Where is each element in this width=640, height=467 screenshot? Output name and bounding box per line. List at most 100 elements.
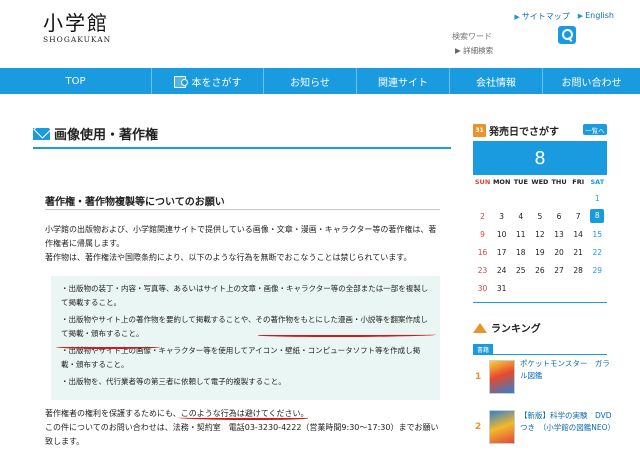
ranking-badge[interactable]: 書籍 xyxy=(473,344,493,354)
calendar-day-number: 6 xyxy=(556,211,562,221)
calendar-day-number: 15 xyxy=(592,229,603,239)
red-underline-annotation xyxy=(56,345,160,349)
ranking-divider xyxy=(473,354,607,355)
english-link[interactable]: ▶ English xyxy=(578,11,614,22)
ranking-heading: ランキング xyxy=(473,320,541,335)
calendar-day[interactable]: 4 xyxy=(511,212,530,221)
calendar-week: 23 24 25 26 27 28 29 xyxy=(473,261,607,279)
section-divider xyxy=(45,209,440,210)
list-button[interactable]: 一覧へ xyxy=(583,124,607,135)
logo[interactable]: 小学館 SHOGAKUKAN xyxy=(43,12,111,44)
nav-label: 本をさがす xyxy=(191,77,242,89)
calendar-day[interactable]: 19 xyxy=(530,248,549,257)
calendar-day[interactable]: 23 xyxy=(473,266,492,275)
calendar-day-number: 2 xyxy=(480,211,485,221)
list-item: ・出版物やサイト上の著作物を要約して掲載することや、その著作物をもとにした漫画・… xyxy=(61,315,428,338)
book-cover-image[interactable] xyxy=(489,410,515,444)
book-search-icon xyxy=(173,75,188,88)
calendar-day[interactable]: 29 xyxy=(588,266,607,275)
calendar-day[interactable]: 6 xyxy=(550,212,569,221)
calendar-day[interactable]: 30 xyxy=(473,284,492,293)
advanced-search-link[interactable]: ▶ 詳細検索 xyxy=(455,45,493,56)
calendar-day-number: 11 xyxy=(516,229,526,239)
weekday-label: SAT xyxy=(590,178,605,186)
search-button[interactable] xyxy=(558,26,576,44)
calendar-day[interactable]: 18 xyxy=(511,248,530,257)
calendar-day[interactable]: 14 xyxy=(569,230,588,239)
calendar-day[interactable]: 12 xyxy=(530,230,549,239)
utility-links: ▶ サイトマップ ▶ English xyxy=(514,11,614,22)
search-input[interactable] xyxy=(452,29,551,43)
calendar-day[interactable]: 10 xyxy=(492,230,511,239)
logo-main: 小学館 xyxy=(43,11,109,35)
ranking-item-title[interactable]: ポケットモンスター ガラル図鑑 xyxy=(520,358,612,382)
calendar-day-number: 19 xyxy=(535,247,545,257)
calendar-day[interactable]: 11 xyxy=(511,230,530,239)
nav-item-book-search[interactable]: 本をさがす xyxy=(152,68,264,94)
calendar-day-number: 13 xyxy=(554,229,564,239)
calendar-week: 1 xyxy=(473,189,607,207)
calendar-weekdays: SUN MON TUE WED THU FRI SAT xyxy=(473,175,607,189)
title-divider xyxy=(33,147,451,149)
weekday-label: MON xyxy=(492,178,511,186)
calendar-day-number: 18 xyxy=(516,247,526,257)
calendar-day[interactable]: 2 xyxy=(473,212,492,221)
calendar-day[interactable]: 27 xyxy=(550,266,569,275)
calendar-day[interactable]: 8 xyxy=(588,209,607,223)
calendar-grid: SUN MON TUE WED THU FRI SAT 1 2 3 4 5 6 7 8 9 10 1… xyxy=(473,175,607,297)
ranking-title: ランキング xyxy=(491,324,541,335)
calendar-day[interactable]: 3 xyxy=(492,212,511,221)
nav-item-related-sites[interactable]: 関連サイト xyxy=(357,68,450,94)
calendar-day[interactable]: 21 xyxy=(569,248,588,257)
ranking-item-title[interactable]: 【新版】科学の実験 DVDつき （小学館の図鑑NEO） xyxy=(520,410,615,434)
calendar-day-number: 16 xyxy=(477,247,488,257)
calendar-day-number: 26 xyxy=(535,265,545,275)
calendar-day-number: 1 xyxy=(594,193,600,203)
calendar-day[interactable]: 25 xyxy=(511,266,530,275)
main-nav: TOP 本をさがす お知らせ 関連サイト 会社情報 お問い合わせ xyxy=(0,68,640,94)
calendar-week: 2 3 4 5 6 78 xyxy=(473,207,607,225)
list-item: ・出版物を、代行業者等の第三者に依頼して電子的複製すること。 xyxy=(61,377,286,386)
calendar-day-number: 14 xyxy=(573,229,583,239)
english-label: English xyxy=(585,11,614,20)
calendar-day[interactable]: 15 xyxy=(588,230,607,239)
calendar-day-number: 12 xyxy=(535,229,545,239)
calendar-day-number: 30 xyxy=(477,283,488,293)
page-title: 画像使用・著作権 xyxy=(33,124,158,143)
nav-item-news[interactable]: お知らせ xyxy=(264,68,357,94)
calendar-day-number: 7 xyxy=(575,211,581,221)
nav-item-company[interactable]: 会社情報 xyxy=(450,68,543,94)
weekday-label: TUE xyxy=(513,178,528,186)
calendar-day[interactable]: 5 xyxy=(530,212,549,221)
calendar-day-number: 21 xyxy=(573,247,583,257)
calendar-day-number: 29 xyxy=(592,265,603,275)
calendar-day-number: 3 xyxy=(499,211,505,221)
prohibited-list: ・出版物の装丁・内容・写真等、あるいはサイト上の文章・画像・キャラクター等の全部… xyxy=(51,276,440,400)
calendar-day[interactable]: 9 xyxy=(473,230,492,239)
logo-sub: SHOGAKUKAN xyxy=(43,35,112,44)
nav-item-contact[interactable]: お問い合わせ xyxy=(543,68,640,94)
nav-item-top[interactable]: TOP xyxy=(0,68,152,94)
calendar-day[interactable]: 22 xyxy=(588,248,607,257)
calendar-day[interactable]: 24 xyxy=(492,266,511,275)
calendar-weeks: 1 2 3 4 5 6 7 8 9 10 11 12 13 14 15 16 17 18 19 20 21 22 23 24 2… xyxy=(473,189,607,297)
calendar-day[interactable]: 31 xyxy=(492,284,511,293)
nav-label: お知らせ xyxy=(290,77,330,89)
calendar-day[interactable]: 17 xyxy=(492,248,511,257)
calendar-day[interactable]: 16 xyxy=(473,248,492,257)
calendar-day[interactable]: 26 xyxy=(530,266,549,275)
calendar-day-number: 22 xyxy=(592,247,603,257)
calendar-day[interactable]: 20 xyxy=(550,248,569,257)
weekday-label: FRI xyxy=(572,178,585,186)
calendar-day-number: 8 xyxy=(590,209,605,223)
calendar-day[interactable]: 7 xyxy=(569,212,588,221)
calendar-day[interactable]: 13 xyxy=(550,230,569,239)
sitemap-link[interactable]: ▶ サイトマップ xyxy=(514,11,569,22)
contact-line: この件についてのお問い合わせは、法務・契約室 電話03-3230-4222（営業… xyxy=(45,423,439,446)
calendar-week: 30 31 xyxy=(473,279,607,297)
calendar-day-number: 20 xyxy=(554,247,564,257)
calendar-day[interactable]: 1 xyxy=(588,194,607,203)
book-cover-image[interactable] xyxy=(489,360,515,394)
page-title-text: 画像使用・著作権 xyxy=(54,128,159,143)
calendar-day[interactable]: 28 xyxy=(569,266,588,275)
